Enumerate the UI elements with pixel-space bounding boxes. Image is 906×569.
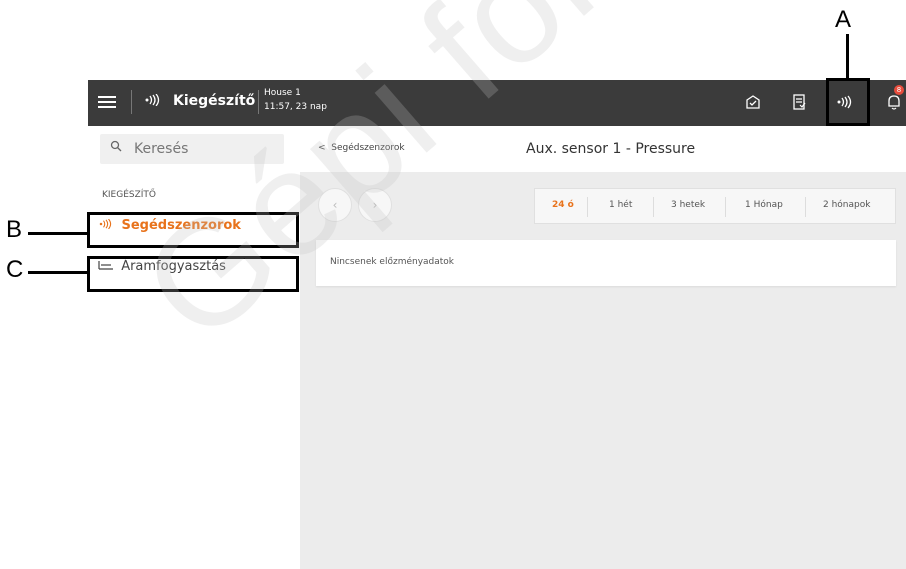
search-input[interactable]: Keresés [100, 134, 284, 164]
previous-button[interactable]: ‹ [318, 188, 352, 222]
callout-label-c: C [6, 256, 24, 283]
house-name[interactable]: House 1 [264, 88, 301, 98]
page-title: Aux. sensor 1 - Pressure [526, 141, 696, 157]
next-button[interactable]: › [358, 188, 392, 222]
empty-message: Nincsenek előzményadatok [330, 257, 455, 267]
sensor-icon [144, 93, 162, 109]
divider [587, 197, 588, 217]
callout-leader-c [28, 271, 88, 274]
sidebar: Keresés KIEGÉSZÍTŐ Segédszenzorok Áramfo… [88, 126, 300, 569]
range-option[interactable]: 24 ó [552, 200, 574, 210]
screenshot: Kiegészítő House 1 11:57, 23 nap 8 Keres… [0, 0, 906, 569]
range-option[interactable]: 1 Hónap [745, 200, 783, 210]
search-placeholder: Keresés [134, 141, 189, 157]
divider [653, 197, 654, 217]
callout-box-b [87, 212, 299, 248]
divider [725, 197, 726, 217]
envelope-icon[interactable] [744, 93, 764, 113]
callout-leader-a [846, 34, 849, 80]
divider [131, 90, 132, 114]
history-card: Nincsenek előzményadatok [316, 240, 896, 286]
top-bar: Kiegészítő House 1 11:57, 23 nap 8 [88, 80, 906, 126]
range-option[interactable]: 1 hét [609, 200, 632, 210]
house-time: 11:57, 23 nap [264, 102, 327, 112]
search-icon [110, 140, 122, 155]
back-link[interactable]: < Segédszenzorok [318, 143, 405, 153]
callout-label-a: A [835, 6, 852, 33]
section-label: KIEGÉSZÍTŐ [102, 190, 157, 200]
content-header: < Segédszenzorok Aux. sensor 1 - Pressur… [300, 126, 906, 172]
callout-leader-b [28, 232, 88, 235]
bell-icon[interactable] [886, 93, 906, 113]
document-icon[interactable] [790, 93, 810, 113]
notification-badge: 8 [894, 85, 904, 95]
divider [258, 90, 259, 114]
callout-box-a [826, 78, 870, 126]
divider [805, 197, 806, 217]
callout-label-b: B [6, 216, 23, 243]
range-option[interactable]: 3 hetek [671, 200, 705, 210]
callout-box-c [87, 256, 299, 292]
back-label: Segédszenzorok [331, 143, 405, 153]
range-option[interactable]: 2 hónapok [823, 200, 870, 210]
app-title: Kiegészítő [173, 93, 256, 109]
menu-icon[interactable] [98, 93, 116, 111]
time-range-selector: 24 ó 1 hét 3 hetek 1 Hónap 2 hónapok [534, 188, 896, 224]
main-content: < Segédszenzorok Aux. sensor 1 - Pressur… [300, 126, 906, 569]
